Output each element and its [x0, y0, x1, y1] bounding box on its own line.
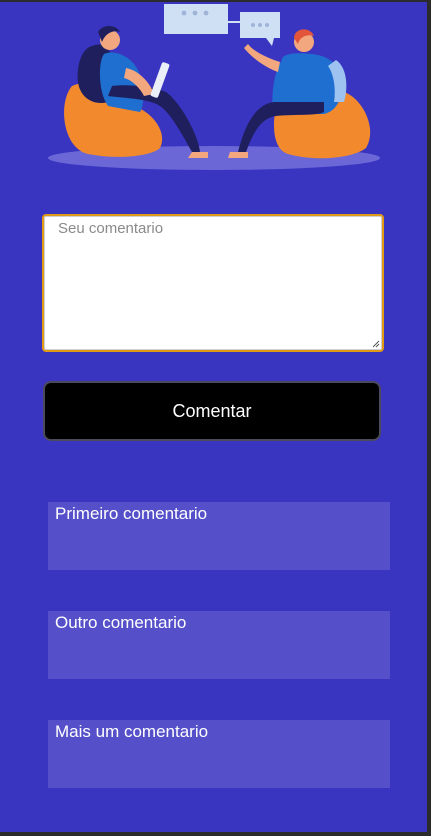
submit-comment-button[interactable]: Comentar: [43, 381, 381, 441]
comment-card: Primeiro comentario: [48, 502, 390, 570]
comment-card: Mais um comentario: [48, 720, 390, 788]
people-talking-illustration: [48, 4, 380, 170]
resize-handle-icon[interactable]: [372, 340, 380, 348]
comment-text: Outro comentario: [55, 613, 187, 632]
comment-text: Primeiro comentario: [55, 504, 208, 523]
comment-text: Mais um comentario: [55, 722, 209, 741]
comment-field[interactable]: [42, 214, 384, 352]
comment-card: Outro comentario: [48, 611, 390, 679]
comment-textarea[interactable]: [44, 216, 382, 350]
